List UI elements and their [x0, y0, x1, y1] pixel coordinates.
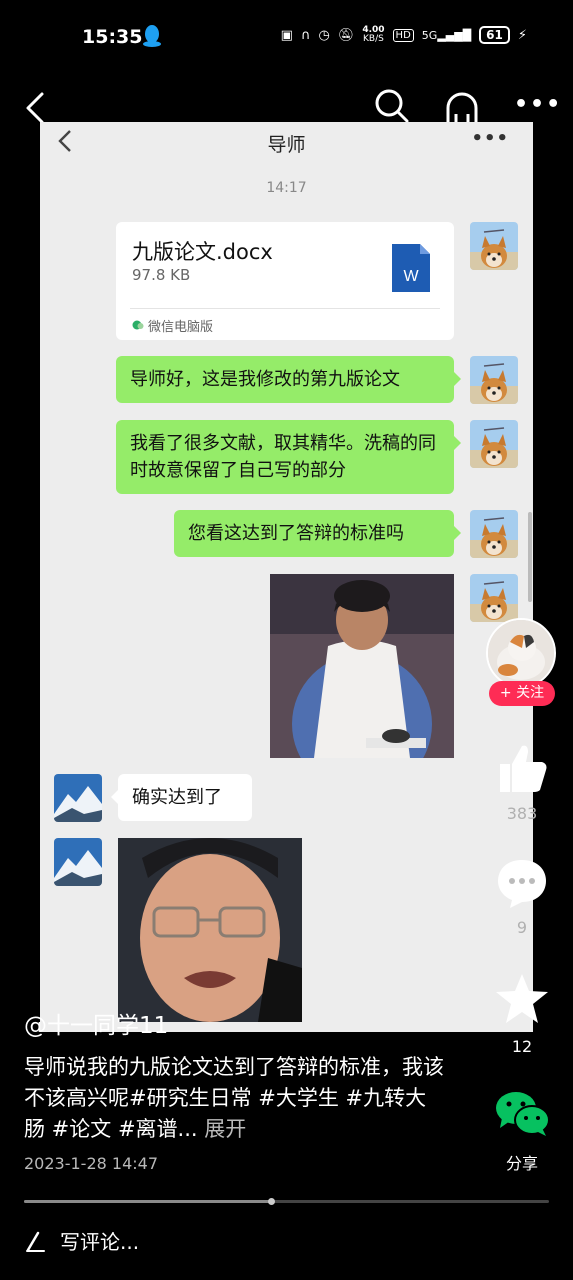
- message-bubble: 导师好，这是我修改的第九版论文: [116, 356, 461, 403]
- self-avatar: [470, 510, 518, 558]
- advisor-avatar: [54, 774, 102, 822]
- alarm-icon: ◷: [318, 27, 330, 43]
- file-divider: [130, 308, 440, 309]
- share-label[interactable]: 分享: [482, 1150, 562, 1174]
- comment-placeholder: 写评论...: [60, 1230, 140, 1254]
- svg-text:W: W: [403, 268, 419, 285]
- message-bubble: 我看了很多文献，取其精华。洗稿的同时故意保留了自己写的部分: [116, 420, 461, 494]
- wechat-share-icon[interactable]: [492, 1088, 552, 1140]
- video-progress-bar[interactable]: [24, 1198, 549, 1205]
- comment-count: 9: [516, 918, 528, 937]
- signal-icon: 5G▂▄▆█: [421, 28, 472, 42]
- net-speed: 4.00 KB/S: [362, 25, 385, 44]
- battery-indicator: 61: [479, 26, 510, 44]
- file-name: 九版论文.docx: [132, 240, 273, 264]
- status-bar: 15:35 ▣ ∩ ◷ 🔕︎ 4.00 KB/S HD 5G▂▄▆█ 61 ⚡︎: [0, 0, 573, 72]
- mute-icon: 🔕︎: [337, 27, 355, 43]
- file-size: 97.8 KB: [132, 266, 191, 284]
- like-count: 383: [506, 804, 538, 823]
- follow-button[interactable]: + 关注: [489, 681, 555, 706]
- more-options-icon[interactable]: •••: [514, 92, 562, 117]
- hd-badge: HD: [392, 28, 414, 42]
- chat-more-icon: •••: [471, 128, 509, 149]
- status-icons: ▣ ∩ ◷ 🔕︎ 4.00 KB/S HD 5G▂▄▆█ 61 ⚡︎: [281, 26, 527, 44]
- file-source: 微信电脑版: [148, 320, 214, 335]
- progress-fill: [24, 1200, 271, 1203]
- message-bubble: 确实达到了: [111, 774, 252, 821]
- self-avatar: [470, 574, 518, 622]
- favorite-count: 12: [511, 1037, 533, 1056]
- search-icon[interactable]: [374, 88, 410, 124]
- status-time: 15:35: [82, 26, 143, 48]
- progress-knob[interactable]: [267, 1198, 275, 1205]
- expand-link[interactable]: 展开: [204, 1117, 246, 1141]
- sticker-image: [118, 838, 302, 1022]
- charging-icon: ⚡︎: [517, 27, 527, 43]
- wechat-pc-icon: [132, 320, 144, 330]
- post-caption: 导师说我的九版论文达到了答辩的标准，我该不该高兴呢#研究生日常 #大学生 #九转…: [24, 1052, 444, 1145]
- chat-scrollbar: [528, 512, 532, 602]
- qq-penguin-icon: [143, 25, 161, 47]
- self-avatar: [470, 356, 518, 404]
- file-message-card: 九版论文.docx 97.8 KB W 微信电脑版: [116, 222, 454, 340]
- video-frame[interactable]: 导师 ••• 14:17 九版论文.docx 97.8 KB W 微信电脑版 导…: [40, 122, 533, 1032]
- creator-avatar[interactable]: [486, 618, 556, 688]
- sticker-image: [270, 574, 454, 758]
- message-bubble: 您看这达到了答辩的标准吗: [174, 510, 461, 557]
- pen-icon: [26, 1231, 45, 1252]
- headphone-icon: ∩: [300, 27, 311, 43]
- chat-header: 导师 •••: [40, 122, 533, 162]
- comment-input[interactable]: 写评论...: [24, 1226, 139, 1255]
- favorite-star-icon[interactable]: [492, 972, 552, 1026]
- chat-timestamp: 14:17: [266, 180, 307, 196]
- self-avatar: [470, 222, 518, 270]
- post-date: 2023-1-28 14:47: [24, 1154, 158, 1173]
- like-heart-icon[interactable]: [492, 740, 552, 796]
- word-document-icon: W: [392, 244, 430, 292]
- nfc-icon: ▣: [280, 27, 293, 43]
- chat-title: 导师: [267, 134, 306, 156]
- self-avatar: [470, 420, 518, 468]
- comment-icon[interactable]: [492, 856, 552, 910]
- back-arrow-icon[interactable]: [22, 90, 52, 126]
- advisor-avatar: [54, 838, 102, 886]
- author-name[interactable]: @十一同学11: [24, 1006, 168, 1040]
